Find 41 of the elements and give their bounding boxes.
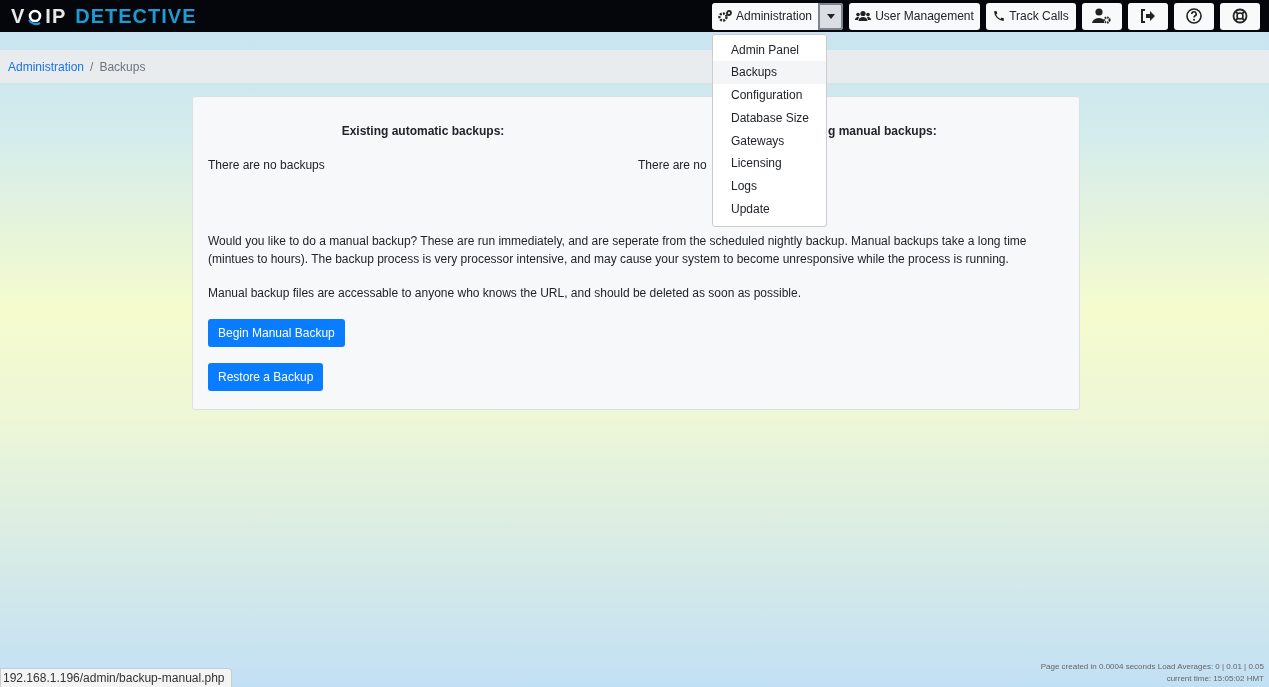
info-paragraph: Manual backup files are accessable to anyone who knows the URL, and should be deleted as soon as possible. — [208, 285, 803, 302]
menu-item[interactable]: Update — [713, 198, 826, 221]
help-icon — [1186, 8, 1202, 24]
user-settings-button[interactable] — [1082, 2, 1122, 30]
page-stats: Page created in 0.0004 seconds Load Averages: 0 | 0.01 | 0.05 — [1040, 661, 1264, 673]
track-calls-button[interactable]: Track Calls — [986, 2, 1076, 30]
column-heading: g manual backups: — [827, 124, 938, 138]
support-button[interactable] — [1220, 2, 1260, 30]
breadcrumb-link[interactable]: Administration — [8, 59, 85, 74]
logo-text: V — [11, 4, 26, 28]
logo-text: IP — [45, 4, 67, 28]
dropdown-toggle[interactable] — [818, 2, 843, 30]
empty-message: There are no backups — [208, 158, 325, 172]
gears-icon — [718, 10, 732, 22]
status-url: 192.168.1.196/admin/backup-manual.php — [0, 668, 232, 687]
info-paragraph: Would you like to do a manual backup? These are run immediately, and are seperate from the scheduled nightly backup. Manual backups take a long time (mintues to hours). The backup process is very processor intensive, and may cause your system to become unresponsive while the process is running. — [208, 233, 1028, 268]
phone-icon — [993, 10, 1006, 22]
menu-item[interactable]: Logs — [713, 175, 826, 199]
user-management-button[interactable]: User Management — [849, 2, 980, 30]
restore-backup-button[interactable]: Restore a Backup — [208, 363, 324, 391]
caret-icon — [826, 13, 835, 19]
menu-item[interactable]: Admin Panel — [713, 38, 826, 62]
logout-button[interactable] — [1128, 2, 1168, 30]
lifebuoy-icon — [1232, 8, 1248, 24]
menu-item[interactable]: Configuration — [713, 84, 826, 107]
logo-text: DETECTIVE — [75, 4, 197, 28]
menu-item[interactable]: Gateways — [713, 129, 826, 153]
empty-message: There are no — [638, 158, 707, 172]
breadcrumb-separator: / — [90, 59, 94, 74]
menu-item[interactable]: Database Size — [713, 106, 826, 130]
logout-icon — [1140, 9, 1156, 23]
menu-item[interactable]: Backups — [713, 61, 826, 85]
column-heading: Existing automatic backups: — [340, 124, 506, 138]
menu-item[interactable]: Licensing — [713, 152, 826, 176]
current-time: current time: 15:05:02 HMT — [1165, 673, 1264, 685]
user-gear-icon — [1092, 8, 1112, 24]
help-button[interactable] — [1174, 2, 1214, 30]
breadcrumb-current: Backups — [99, 59, 146, 74]
administration-button[interactable]: Administration — [712, 2, 818, 30]
begin-backup-button[interactable]: Begin Manual Backup — [208, 319, 345, 347]
users-icon — [855, 10, 872, 22]
